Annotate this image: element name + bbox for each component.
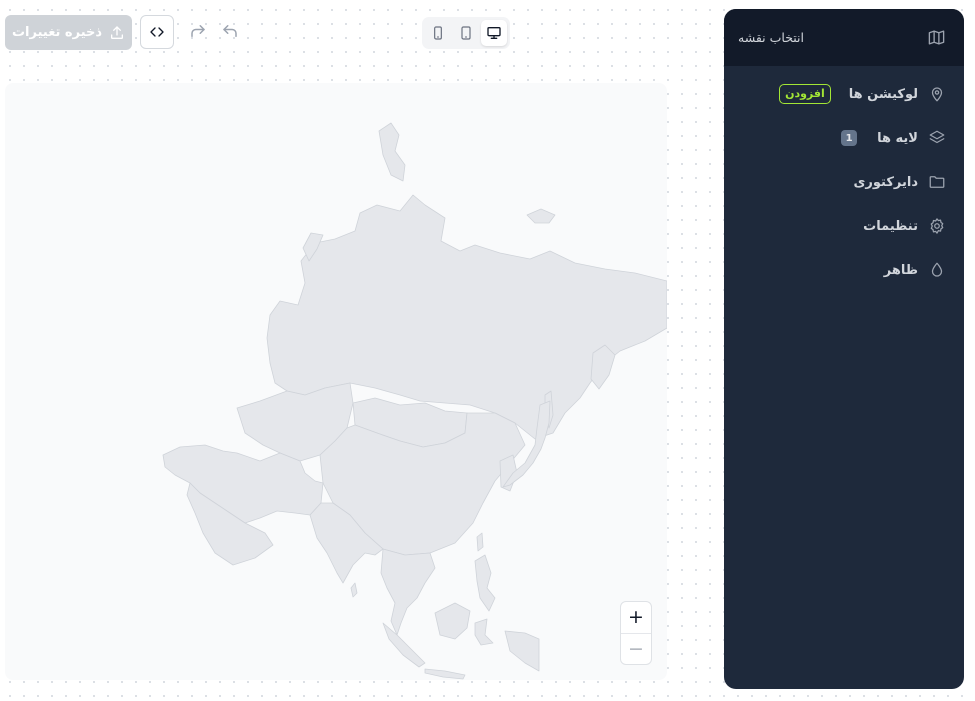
menu-item-appearance[interactable]: ظاهر: [724, 248, 964, 292]
map-region-severnaya-zemlya: [378, 122, 406, 182]
map-region-sulawesi: [474, 618, 494, 646]
map-region-sri-lanka: [350, 582, 358, 598]
layers-count-badge: 1: [841, 130, 858, 146]
menu-item-layers-label: لایه ها: [877, 130, 918, 146]
redo-icon: [191, 25, 205, 37]
device-preview-switcher: [422, 17, 510, 49]
undo-button[interactable]: [221, 22, 239, 40]
code-view-button[interactable]: [140, 15, 174, 49]
device-mobile-button[interactable]: [425, 20, 451, 46]
map-icon: [928, 30, 945, 45]
map-region-taiwan: [476, 532, 484, 552]
undo-icon: [223, 25, 237, 37]
add-location-button[interactable]: افزودن: [779, 84, 831, 104]
droplet-icon: [931, 262, 943, 277]
map-region-new-guinea: [504, 630, 540, 672]
map-region-sumatra: [382, 622, 426, 668]
menu-item-settings-label: تنظیمات: [863, 218, 918, 234]
layers-icon: [929, 130, 945, 144]
menu-item-directory[interactable]: دایرکتوری: [724, 160, 964, 204]
menu-item-layers[interactable]: لایه ها 1: [724, 116, 964, 160]
asia-map[interactable]: [5, 83, 667, 680]
panel-title: انتخاب نقشه: [738, 30, 804, 45]
desktop-icon: [487, 26, 501, 39]
map-region-new-siberian-islands: [526, 208, 556, 224]
folder-icon: [929, 176, 945, 188]
gear-icon: [930, 218, 944, 234]
menu-item-locations-label: لوکیشن ها: [848, 86, 918, 102]
device-desktop-button[interactable]: [481, 20, 507, 46]
map-settings-panel: انتخاب نقشه لوکیشن ها افزودن لایه ها 1 د…: [724, 9, 964, 689]
map-region-kamchatka: [590, 344, 616, 390]
zoom-out-button[interactable]: −: [621, 634, 651, 665]
editor-toolbar: ذخیره تغییرات: [0, 0, 720, 66]
menu-item-directory-label: دایرکتوری: [853, 174, 918, 190]
map-region-java: [424, 668, 466, 680]
redo-button[interactable]: [189, 22, 207, 40]
code-icon: [150, 27, 164, 37]
map-region-borneo: [434, 602, 471, 640]
upload-icon: [111, 25, 124, 39]
zoom-in-button[interactable]: +: [621, 602, 651, 634]
mobile-icon: [434, 26, 442, 40]
menu-item-locations[interactable]: لوکیشن ها افزودن: [724, 72, 964, 116]
map-region-southeast-asia: [380, 548, 436, 636]
tablet-icon: [461, 26, 471, 40]
zoom-controls: + −: [620, 601, 652, 665]
map-canvas[interactable]: + −: [5, 83, 667, 680]
panel-menu: لوکیشن ها افزودن لایه ها 1 دایرکتوری تنظ…: [724, 66, 964, 292]
menu-item-settings[interactable]: تنظیمات: [724, 204, 964, 248]
location-pin-icon: [931, 87, 943, 102]
map-region-philippines: [474, 554, 496, 612]
device-tablet-button[interactable]: [453, 20, 479, 46]
save-changes-button[interactable]: ذخیره تغییرات: [5, 15, 132, 50]
menu-item-appearance-label: ظاهر: [883, 262, 918, 278]
panel-header[interactable]: انتخاب نقشه: [724, 9, 964, 66]
save-changes-label: ذخیره تغییرات: [11, 25, 103, 40]
